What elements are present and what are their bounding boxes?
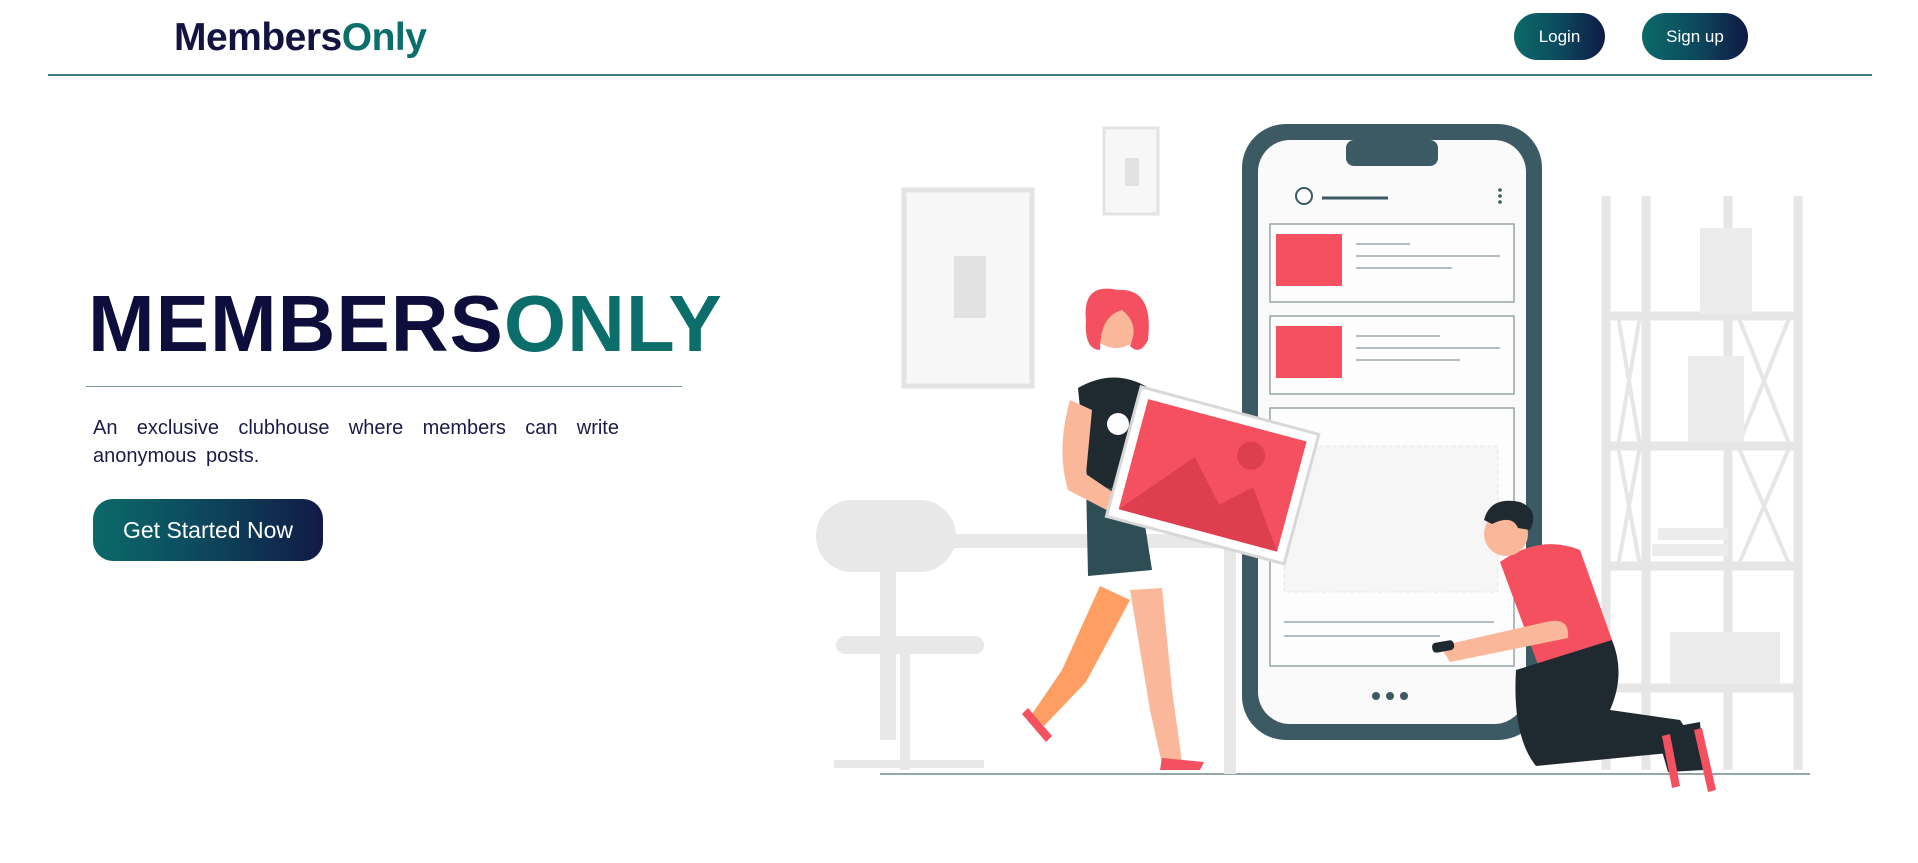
login-button[interactable]: Login xyxy=(1514,13,1605,60)
brand-logo[interactable]: MembersOnly xyxy=(174,14,427,62)
logo-text-only: Only xyxy=(341,16,427,59)
top-navbar: MembersOnly Login Sign up xyxy=(48,0,1872,76)
hero-illustration xyxy=(816,124,1810,792)
signup-button[interactable]: Sign up xyxy=(1642,13,1748,60)
hero-title: MEMBERSONLY xyxy=(88,276,723,372)
logo-text-members: Members xyxy=(174,16,342,59)
hero-title-only: ONLY xyxy=(503,279,723,368)
hero-title-members: MEMBERS xyxy=(88,279,504,368)
hero-description: An exclusive clubhouse where members can… xyxy=(93,417,619,467)
hero-divider xyxy=(86,386,682,387)
get-started-button[interactable]: Get Started Now xyxy=(93,499,323,561)
